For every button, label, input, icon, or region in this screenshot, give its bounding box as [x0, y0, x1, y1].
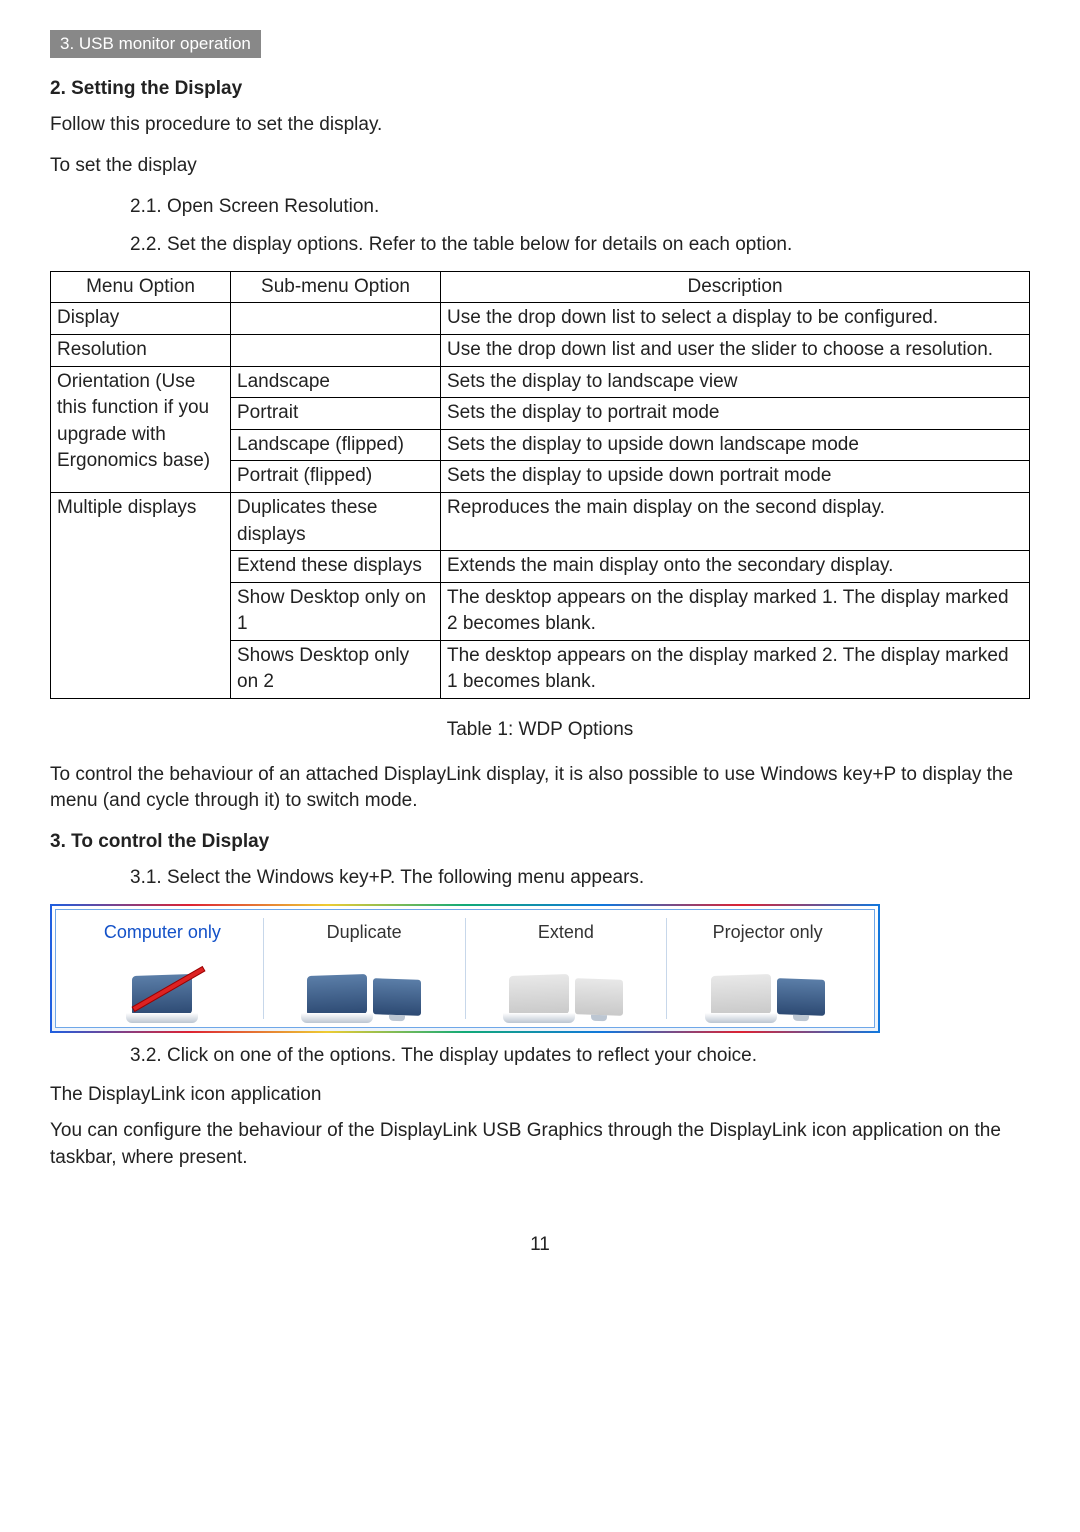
step-2-1: 2.1. Open Screen Resolution. [130, 194, 1030, 221]
th-menu: Menu Option [51, 271, 231, 303]
menu-option-label: Projector only [671, 920, 864, 945]
cell-sub: Shows Desktop only on 2 [231, 640, 441, 698]
th-sub: Sub-menu Option [231, 271, 441, 303]
table-row: Orientation (Use this function if you up… [51, 366, 1030, 398]
displaylink-body: You can configure the behaviour of the D… [50, 1118, 1030, 1171]
cell-sub: Extend these displays [231, 551, 441, 583]
monitor-icon [373, 978, 421, 1016]
menu-option-label: Computer only [66, 920, 259, 945]
displaylink-heading: The DisplayLink icon application [50, 1082, 1030, 1109]
table-row: Multiple displays Duplicates these displ… [51, 492, 1030, 550]
section-3-heading: 3. To control the Display [50, 829, 1030, 856]
monitor-icon [777, 978, 825, 1016]
cell-desc: The desktop appears on the display marke… [441, 582, 1030, 640]
menu-option-duplicate[interactable]: Duplicate [264, 918, 466, 1019]
cell-desc: Sets the display to upside down portrait… [441, 461, 1030, 493]
menu-option-projector-only[interactable]: Projector only [667, 918, 868, 1019]
cell-sub [231, 334, 441, 366]
cell-sub: Portrait [231, 398, 441, 430]
menu-option-computer-only[interactable]: Computer only [62, 918, 264, 1019]
table-header-row: Menu Option Sub-menu Option Description [51, 271, 1030, 303]
monitor-icon [575, 978, 623, 1016]
cell-menu-orientation: Orientation (Use this function if you up… [51, 366, 231, 492]
cell-sub [231, 303, 441, 335]
cell-sub: Landscape [231, 366, 441, 398]
cell-sub: Duplicates these displays [231, 492, 441, 550]
after-table-paragraph: To control the behaviour of an attached … [50, 762, 1030, 815]
step-3-2: 3.2. Click on one of the options. The di… [130, 1043, 1030, 1070]
section-2-heading: 2. Setting the Display [50, 76, 1030, 103]
laptop-icon [711, 974, 771, 1016]
laptop-icon [307, 974, 367, 1016]
cell-menu-multiple: Multiple displays [51, 492, 231, 698]
cell-sub: Portrait (flipped) [231, 461, 441, 493]
cell-desc: Sets the display to portrait mode [441, 398, 1030, 430]
menu-option-label: Extend [470, 920, 663, 945]
display-switch-menu: Computer only Duplicate Extend Projector… [50, 904, 880, 1033]
section-2-lead: To set the display [50, 153, 1030, 180]
cell-menu: Display [51, 303, 231, 335]
step-2-2: 2.2. Set the display options. Refer to t… [130, 232, 1030, 259]
cell-sub: Landscape (flipped) [231, 429, 441, 461]
page-number: 11 [50, 1232, 1030, 1259]
cell-desc: Use the drop down list and user the slid… [441, 334, 1030, 366]
cell-desc: Use the drop down list to select a displ… [441, 303, 1030, 335]
step-3-1: 3.1. Select the Windows key+P. The follo… [130, 865, 1030, 892]
table-caption: Table 1: WDP Options [50, 717, 1030, 744]
laptop-icon [509, 974, 569, 1016]
cell-desc: Extends the main display onto the second… [441, 551, 1030, 583]
cell-menu: Resolution [51, 334, 231, 366]
cell-desc: Sets the display to upside down landscap… [441, 429, 1030, 461]
menu-option-extend[interactable]: Extend [466, 918, 668, 1019]
th-desc: Description [441, 271, 1030, 303]
table-row: Display Use the drop down list to select… [51, 303, 1030, 335]
cell-desc: Reproduces the main display on the secon… [441, 492, 1030, 550]
cell-desc: The desktop appears on the display marke… [441, 640, 1030, 698]
cell-desc: Sets the display to landscape view [441, 366, 1030, 398]
wdp-options-table: Menu Option Sub-menu Option Description … [50, 271, 1030, 699]
table-row: Resolution Use the drop down list and us… [51, 334, 1030, 366]
section-2-intro: Follow this procedure to set the display… [50, 112, 1030, 139]
laptop-icon [132, 974, 192, 1016]
menu-option-label: Duplicate [268, 920, 461, 945]
section-tab: 3. USB monitor operation [50, 30, 261, 58]
cell-sub: Show Desktop only on 1 [231, 582, 441, 640]
